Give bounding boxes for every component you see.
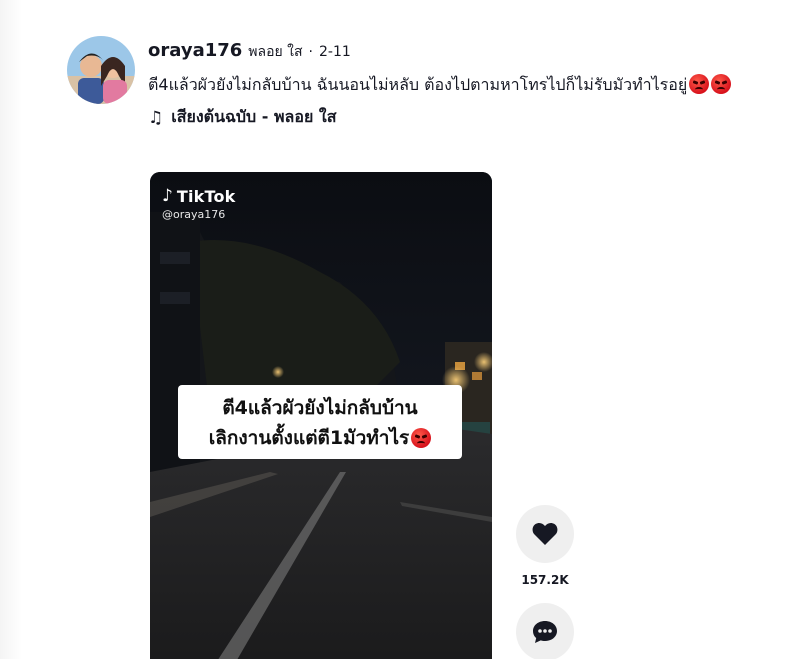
comment-button[interactable] — [516, 603, 574, 659]
author-line: oraya176 พลอย ใส · 2-11 — [148, 40, 768, 63]
tiktok-logo-icon: ♪ — [162, 186, 173, 206]
music-link[interactable]: ♫ เสียงต้นฉบับ - พลอย ใส — [148, 105, 768, 130]
watermark-handle: @oraya176 — [162, 208, 226, 221]
left-margin-shade — [0, 0, 22, 659]
separator: · — [308, 44, 313, 60]
watermark-brand: TikTok — [176, 186, 236, 206]
video-text-overlay: ตี4แล้วผัวยังไม่กลับบ้าน เลิกงานตั้งแต่ต… — [178, 385, 462, 459]
comment-icon — [533, 621, 557, 643]
username-link[interactable]: oraya176 — [148, 40, 242, 61]
angry-face-icon — [411, 428, 432, 448]
video-player[interactable]: ♪ TikTok @oraya176 ตี4แล้วผัวยังไม่กลับบ… — [150, 172, 492, 659]
tiktok-post-page: oraya176 พลอย ใส · 2-11 ตี4แล้วผัวยังไม่… — [0, 0, 800, 659]
overlay-line-2-row: เลิกงานตั้งแต่ตี1มัวทำไร — [188, 423, 452, 453]
angry-face-icon — [689, 74, 710, 94]
heart-icon — [532, 522, 558, 545]
tiktok-watermark: ♪ TikTok @oraya176 — [162, 186, 236, 221]
post-caption: ตี4แล้วผัวยังไม่กลับบ้าน ฉันนอนไม่หลับ ต… — [148, 73, 758, 97]
caption-text: ตี4แล้วผัวยังไม่กลับบ้าน ฉันนอนไม่หลับ ต… — [148, 75, 688, 94]
angry-face-icon — [711, 74, 732, 94]
music-label: เสียงต้นฉบับ - พลอย ใส — [171, 107, 337, 126]
music-note-icon: ♫ — [148, 107, 164, 128]
like-button[interactable] — [516, 505, 574, 563]
post-header: oraya176 พลอย ใส · 2-11 ตี4แล้วผัวยังไม่… — [148, 40, 768, 130]
like-count: 157.2K — [521, 573, 569, 587]
overlay-line-1: ตี4แล้วผัวยังไม่กลับบ้าน — [222, 397, 418, 419]
avatar[interactable] — [67, 36, 135, 104]
overlay-line-2: เลิกงานตั้งแต่ตี1มัวทำไร — [208, 427, 410, 449]
nickname: พลอย ใส — [248, 44, 303, 60]
post-date: 2-11 — [319, 44, 351, 60]
